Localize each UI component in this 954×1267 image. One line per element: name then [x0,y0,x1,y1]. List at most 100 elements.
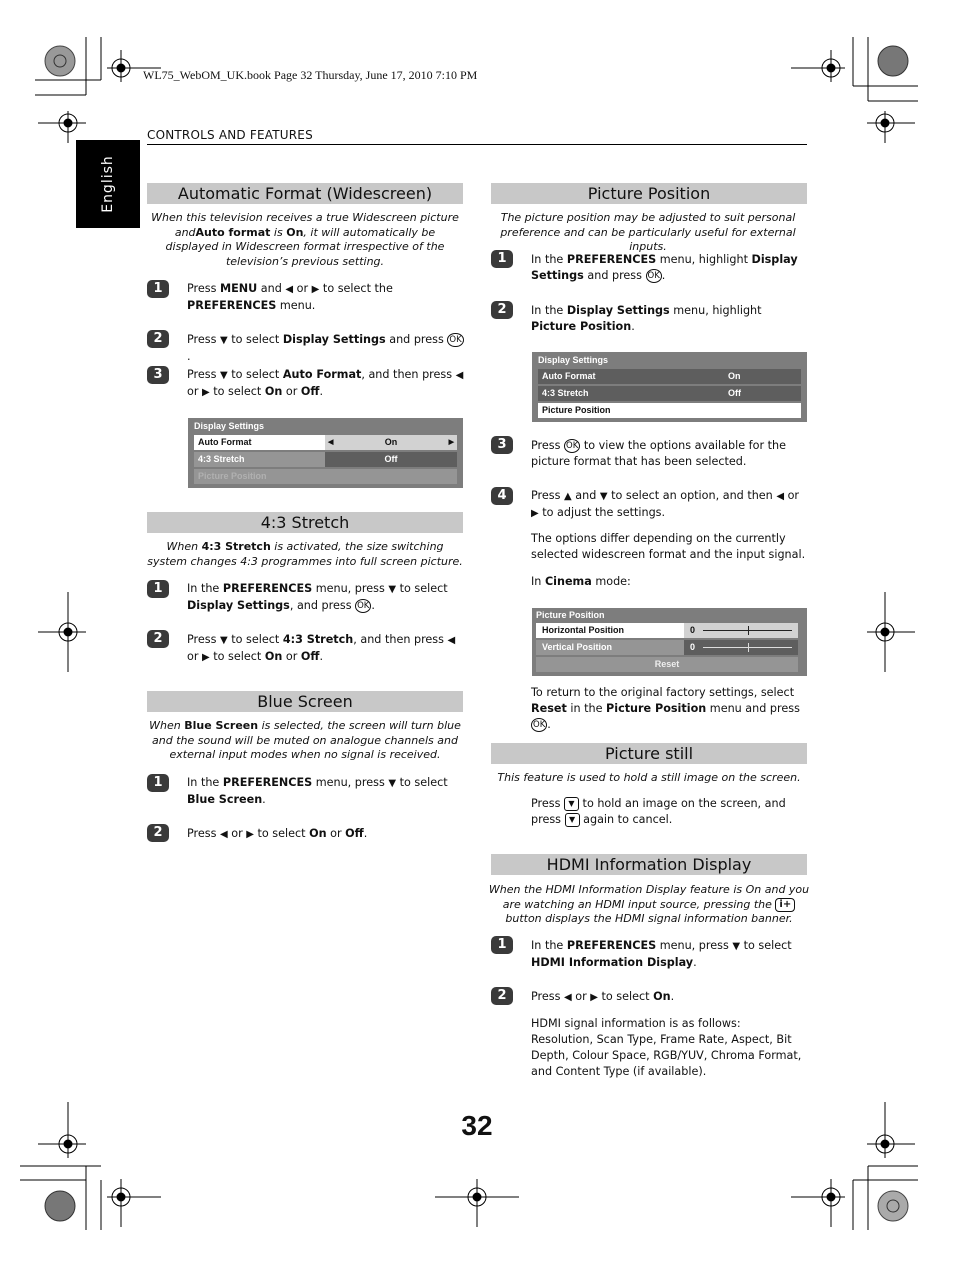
menu-row-picture-position: Picture Position [194,469,457,484]
text-run: to select [597,990,654,1003]
text-run: Press [531,990,564,1003]
bold-keyword: Display Settings [282,333,386,346]
ok-button-icon: OK [355,599,372,613]
step-number: 2 [147,630,169,648]
text-run: or [293,282,312,295]
picture-position-menu: Picture Position Horizontal Position 0 V… [532,608,807,676]
slider-value: 0 [690,642,696,652]
text-run: . [319,650,324,663]
text-run: or [282,650,301,663]
bold-keyword: 4:3 Stretch [282,633,354,646]
section-title-picture-position: Picture Position [491,183,807,204]
step-number: 1 [147,280,169,298]
ok-button-icon: OK [564,439,581,453]
text-run: To return to the original factory settin… [531,686,795,699]
text-run: or [326,827,346,840]
bold-keyword: On [264,650,283,663]
menu-row-label: Vertical Position [536,640,684,655]
menu-title: Picture Position [536,610,605,620]
text-run: . [262,793,266,806]
menu-row-4-3-stretch[interactable]: 4:3 Stretch Off [538,386,801,401]
down-arrow-icon: ▼ [220,370,228,381]
menu-row-value[interactable]: ◀ On ▶ [325,435,457,450]
left-arrow-icon: ◀ [455,370,464,381]
slider-thumb[interactable] [747,643,749,652]
text-run: Press [187,633,220,646]
step-number: 3 [147,366,169,384]
menu-row-horizontal-position[interactable]: Horizontal Position 0 [536,623,798,638]
text-run: . [670,990,675,1003]
stretch-intro: When 4:3 Stretch is activated, the size … [147,540,463,569]
text-run: In the [531,939,567,952]
text-run: menu, press [312,776,389,789]
display-settings-menu-autoformat: Display Settings Auto Format ◀ On ▶ 4:3 … [188,418,463,488]
reset-button[interactable]: Reset [536,657,798,672]
bold-keyword: Reset [531,702,567,715]
menu-title: Display Settings [194,421,265,431]
text-run: Press [531,489,564,502]
text-run: When [166,540,202,553]
step-number: 2 [491,301,513,319]
text-run: In [531,575,545,588]
text-run: menu, press [656,939,733,952]
slider-value: 0 [690,625,696,635]
step-number: 4 [491,487,513,505]
bold-keyword: PREFERENCES [222,582,313,595]
text-run: menu, highlight [669,304,762,317]
section-title-auto-format: Automatic Format (Widescreen) [147,183,463,204]
text-run: . [187,350,191,363]
slider-thumb[interactable] [747,626,749,635]
section-title-blue-screen: Blue Screen [147,691,463,712]
text-run: is [270,225,287,239]
bold-keyword: Auto Format [282,368,362,381]
picture-position-step-4: Press ▲ and ▼ to select an option, and t… [531,488,807,522]
text-run: to select the [319,282,393,295]
menu-row-vertical-position[interactable]: Vertical Position 0 [536,640,798,655]
text-run: or [227,827,247,840]
text-run: Press [531,797,564,810]
bold-keyword: PREFERENCES [566,253,657,266]
menu-row-4-3-stretch[interactable]: 4:3 Stretch Off [194,452,457,467]
signal-note-body: Resolution, Scan Type, Frame Rate, Aspec… [531,1033,802,1078]
menu-row-label: Auto Format [542,371,596,381]
ok-button-icon: OK [447,333,464,347]
text-run: . [547,718,551,731]
language-tab: English [76,140,140,228]
right-arrow-icon[interactable]: ▶ [449,435,454,450]
menu-row-picture-position[interactable]: Picture Position [538,403,801,418]
text-run: . [661,269,666,282]
ok-button-icon: OK [531,718,548,732]
text-run: . [371,599,375,612]
right-arrow-icon: ▶ [202,387,210,398]
bold-keyword: Blue Screen [184,719,259,732]
menu-row-label: 4:3 Stretch [542,388,589,398]
right-arrow-icon: ▶ [590,992,598,1003]
text-run: to select [227,633,283,646]
text-run: In the [531,253,567,266]
bold-keyword: PREFERENCES [566,939,657,952]
bold-keyword: MENU [220,282,258,295]
left-arrow-icon: ◀ [564,992,572,1003]
text-run: or [282,385,301,398]
text-run: and press [583,269,646,282]
page-number: 32 [461,1110,493,1141]
menu-row-auto-format[interactable]: Auto Format ◀ On ▶ [194,435,457,450]
left-arrow-icon[interactable]: ◀ [328,435,333,450]
section-title-4-3-stretch: 4:3 Stretch [147,512,463,533]
signal-note-title: HDMI signal information is as follows: [531,1017,741,1030]
ok-button-icon: OK [645,269,662,283]
bold-keyword: Picture Position [531,320,632,333]
hdmi-intro: When the HDMI Information Display featur… [487,883,811,927]
text-run: in the [566,702,607,715]
slider-horizontal[interactable]: 0 [684,623,798,638]
slider-vertical[interactable]: 0 [684,640,798,655]
text-run: In the [187,582,223,595]
step-number: 2 [491,987,513,1005]
text-run: to select [209,650,265,663]
left-arrow-icon: ◀ [285,284,294,295]
menu-row-auto-format[interactable]: Auto Format On [538,369,801,384]
step-number: 1 [491,936,513,954]
picture-position-step-1: In the PREFERENCES menu, highlight Displ… [531,252,807,284]
text-run: to select [396,776,448,789]
hdmi-signal-note: HDMI signal information is as follows: R… [531,1016,811,1080]
